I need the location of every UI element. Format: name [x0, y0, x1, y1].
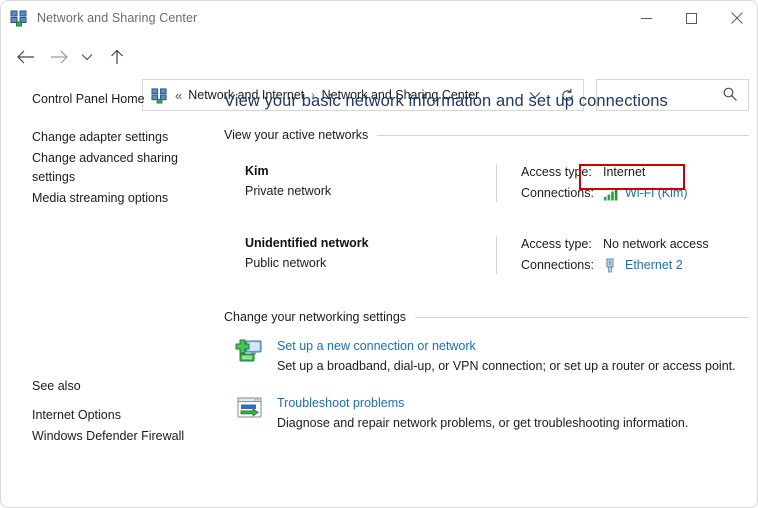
network-sharing-center-icon — [10, 9, 28, 27]
network-type: Private network — [245, 184, 332, 198]
list-item[interactable]: Set up a new connection or network Set u… — [235, 337, 755, 377]
list-item[interactable]: Troubleshoot problems Diagnose and repai… — [235, 394, 755, 434]
back-button[interactable] — [11, 41, 41, 73]
change-settings-label: Change your networking settings — [224, 310, 407, 324]
sidebar-item-windows-defender-firewall[interactable]: Windows Defender Firewall — [1, 426, 213, 447]
close-button[interactable] — [714, 1, 757, 35]
active-networks-header: View your active networks — [224, 128, 749, 142]
troubleshoot-problems-description: Diagnose and repair network problems, or… — [277, 416, 689, 430]
setup-new-connection-link[interactable]: Set up a new connection or network — [277, 337, 736, 356]
connection-link-wifi[interactable]: Wi-Fi (Kim) — [603, 183, 687, 204]
maximize-button[interactable] — [669, 1, 714, 35]
sidebar-item-internet-options[interactable]: Internet Options — [1, 405, 213, 426]
network-sharing-center-window: Network and Sharing Center « Network and… — [0, 0, 758, 508]
table-row: Kim Private network Access type: Interne… — [224, 142, 749, 216]
connections-label: Connections: — [521, 258, 594, 272]
minimize-button[interactable] — [624, 1, 669, 35]
network-details: Access type: No network access Connectio… — [497, 234, 749, 276]
connection-label: Wi-Fi (Kim) — [625, 186, 688, 200]
wifi-signal-icon — [603, 186, 620, 202]
sidebar-item-media-streaming-options[interactable]: Media streaming options — [1, 188, 213, 209]
section-rule — [415, 316, 749, 318]
connections-row: Connections: Wi-Fi (Kim) — [521, 183, 749, 204]
troubleshoot-problems-link[interactable]: Troubleshoot problems — [277, 394, 688, 413]
connection-label: Ethernet 2 — [625, 258, 683, 272]
section-rule — [377, 134, 749, 136]
forward-button[interactable] — [44, 41, 74, 73]
network-name: Unidentified network — [245, 236, 369, 250]
access-type-value: Internet — [603, 165, 646, 179]
access-type-row: Access type: Internet — [521, 162, 749, 183]
connections-label: Connections: — [521, 186, 594, 200]
sidebar: Control Panel Home Change adapter settin… — [1, 89, 213, 507]
access-type-label: Access type: — [521, 165, 592, 179]
setting-text: Troubleshoot problems Diagnose and repai… — [269, 394, 688, 434]
troubleshoot-icon — [235, 394, 269, 434]
access-type-value: No network access — [603, 237, 709, 251]
network-summary: Kim Private network — [224, 162, 496, 204]
network-type: Public network — [245, 256, 327, 270]
network-name: Kim — [245, 164, 269, 178]
access-type-row: Access type: No network access — [521, 234, 749, 255]
network-summary: Unidentified network Public network — [224, 234, 496, 276]
recent-locations-button[interactable] — [75, 41, 99, 73]
window-title: Network and Sharing Center — [37, 11, 198, 25]
connections-row: Connections: Ethernet 2 — [521, 255, 749, 276]
active-networks-label: View your active networks — [224, 128, 369, 142]
change-settings-header: Change your networking settings — [224, 310, 749, 324]
connection-link-ethernet[interactable]: Ethernet 2 — [603, 255, 683, 276]
sidebar-item-change-adapter-settings[interactable]: Change adapter settings — [1, 127, 213, 148]
sidebar-item-control-panel-home[interactable]: Control Panel Home — [1, 89, 213, 110]
new-connection-icon — [235, 337, 269, 377]
window-controls — [624, 1, 757, 35]
see-also-section: See also Internet Options Windows Defend… — [1, 379, 213, 447]
page-title: View your basic network information and … — [224, 92, 668, 110]
network-details: Access type: Internet Connections: Wi-Fi… — [497, 162, 749, 204]
navigation-bar: « Network and Internet › Network and Sha… — [1, 37, 757, 111]
table-row: Unidentified network Public network Acce… — [224, 216, 749, 288]
sidebar-item-change-advanced-sharing-settings[interactable]: Change advanced sharing settings — [1, 148, 213, 188]
setting-text: Set up a new connection or network Set u… — [269, 337, 736, 377]
see-also-title: See also — [32, 379, 81, 393]
access-type-label: Access type: — [521, 237, 592, 251]
up-button[interactable] — [102, 41, 132, 73]
ethernet-plug-icon — [603, 258, 620, 274]
main-content: View your basic network information and … — [213, 83, 757, 507]
setup-new-connection-description: Set up a broadband, dial-up, or VPN conn… — [277, 359, 736, 373]
title-bar: Network and Sharing Center — [1, 1, 757, 35]
